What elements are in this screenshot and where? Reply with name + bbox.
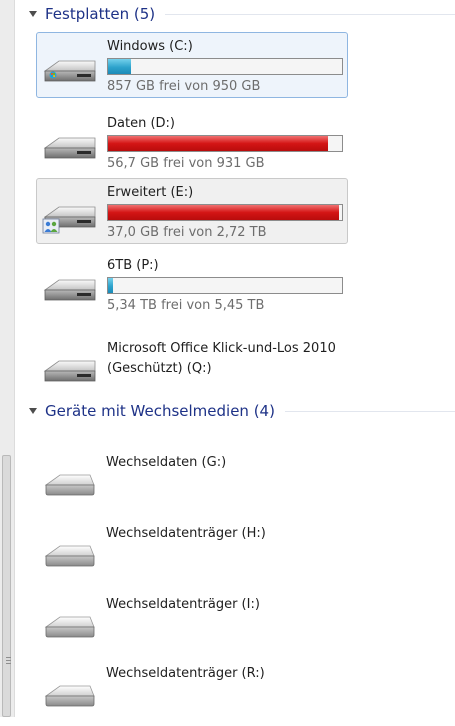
drive-usage-fill — [108, 59, 131, 74]
drive-free-space: 37,0 GB frei von 2,72 TB — [107, 225, 267, 240]
drive-name: Wechseldatenträger (I:) — [106, 597, 260, 612]
scrollbar-thumb[interactable] — [2, 455, 11, 717]
drive-usage-bar — [107, 135, 343, 152]
drive-usage-bar — [107, 277, 343, 294]
scrollbar-grip — [6, 657, 11, 658]
drive-free-space: 56,7 GB frei von 931 GB — [107, 156, 265, 171]
drive-tile-e[interactable]: Erweitert (E:) 37,0 GB frei von 2,72 TB — [36, 178, 348, 244]
drive-tile-c[interactable]: Windows (C:) 857 GB frei von 950 GB — [36, 32, 348, 98]
drive-tile-g[interactable]: Wechseldaten (G:) — [36, 455, 348, 515]
hard-drive-windows-icon — [43, 60, 96, 82]
drive-tile-d[interactable]: Daten (D:) 56,7 GB frei von 931 GB — [36, 109, 348, 175]
drive-free-space: 5,34 TB frei von 5,45 TB — [107, 298, 265, 313]
group-header-hard-drives[interactable]: Festplatten (5) — [15, 1, 455, 27]
hard-drive-icon — [43, 279, 96, 301]
drive-tile-h[interactable]: Wechseldatenträger (H:) — [36, 526, 348, 586]
drive-name: Daten (D:) — [107, 116, 175, 131]
group-divider — [284, 410, 455, 412]
hard-drive-icon — [43, 360, 96, 382]
drive-name: Erweitert (E:) — [107, 185, 194, 200]
drive-name: Microsoft Office Klick-und-Los 2010 (Ges… — [107, 341, 336, 376]
drive-usage-fill — [108, 205, 339, 220]
removable-drive-icon — [44, 616, 95, 638]
scrollbar-grip — [6, 663, 11, 664]
drive-usage-fill — [108, 278, 113, 293]
hard-drive-shared-icon — [42, 206, 96, 234]
hard-drive-icon — [43, 137, 96, 159]
drive-name: Wechseldatenträger (R:) — [106, 666, 265, 681]
group-header-removable[interactable]: Geräte mit Wechselmedien (4) — [15, 398, 455, 424]
drive-tile-i[interactable]: Wechseldatenträger (I:) — [36, 597, 348, 657]
drive-list: Festplatten (5) Windows (C:) 857 GB frei… — [15, 0, 455, 717]
collapse-arrow-icon[interactable] — [29, 11, 37, 17]
removable-drive-icon — [44, 545, 95, 567]
scrollbar-grip — [6, 660, 11, 661]
drive-usage-bar — [107, 58, 343, 75]
removable-drive-icon — [44, 685, 95, 707]
drive-name: 6TB (P:) — [107, 258, 159, 273]
group-title: Geräte mit Wechselmedien (4) — [45, 402, 275, 420]
group-divider — [165, 13, 455, 15]
group-title: Festplatten (5) — [45, 5, 156, 23]
drive-name: Windows (C:) — [107, 39, 193, 54]
removable-drive-icon — [44, 474, 95, 496]
collapse-arrow-icon[interactable] — [29, 408, 37, 414]
drive-name: Wechseldaten (G:) — [106, 455, 227, 470]
vertical-scrollbar[interactable] — [0, 0, 15, 717]
drive-usage-bar — [107, 204, 343, 221]
drive-tile-q[interactable]: Microsoft Office Klick-und-Los 2010 (Ges… — [36, 332, 348, 398]
drive-tile-r[interactable]: Wechseldatenträger (R:) — [36, 666, 348, 726]
drive-free-space: 857 GB frei von 950 GB — [107, 79, 261, 94]
drive-name: Wechseldatenträger (H:) — [106, 526, 266, 541]
drive-tile-p[interactable]: 6TB (P:) 5,34 TB frei von 5,45 TB — [36, 251, 348, 317]
drive-usage-fill — [108, 136, 328, 151]
